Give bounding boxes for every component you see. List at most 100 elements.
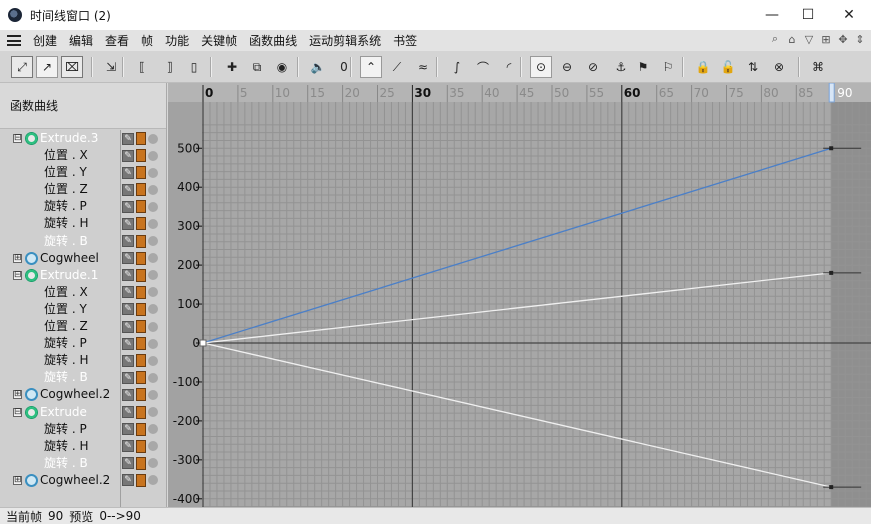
menu-frame[interactable]: 帧 <box>135 32 159 49</box>
object-row[interactable]: ⊟ Extrude.3 ✎ <box>0 130 166 147</box>
track-row[interactable]: 旋转 . H ✎ <box>0 352 166 369</box>
edit-icon[interactable]: ✎ <box>122 200 134 213</box>
add-keys-icon[interactable]: ⧉ <box>246 56 268 78</box>
minimize-button[interactable]: — <box>754 0 790 30</box>
edit-icon[interactable]: ✎ <box>122 235 134 248</box>
film-track-icon[interactable] <box>136 166 146 180</box>
film-track-icon[interactable] <box>136 183 146 197</box>
menu-keyframe[interactable]: 关键帧 <box>195 32 243 49</box>
solo-dot-icon[interactable] <box>148 338 158 349</box>
menu-view[interactable]: 查看 <box>99 32 135 49</box>
solo-dot-icon[interactable] <box>148 389 158 400</box>
range-right-icon[interactable]: ▯ <box>183 56 205 78</box>
solo-dot-icon[interactable] <box>148 304 158 315</box>
edit-icon[interactable]: ✎ <box>122 457 134 470</box>
film-track-icon[interactable] <box>136 405 146 419</box>
close-button[interactable]: ✕ <box>831 0 867 30</box>
key-lock-value-icon[interactable]: ⇅ <box>742 56 764 78</box>
solo-dot-icon[interactable] <box>148 167 158 178</box>
track-row[interactable]: 旋转 . P ✎ <box>0 198 166 215</box>
film-track-icon[interactable] <box>136 456 146 470</box>
collapse-icon[interactable]: ⊟ <box>13 134 22 143</box>
add-panel-icon[interactable]: ⊞ <box>819 32 833 46</box>
key-mode-icon[interactable]: ⤢ <box>11 56 33 78</box>
lock-time-icon[interactable]: ⚑ <box>632 56 654 78</box>
film-track-icon[interactable] <box>136 132 146 145</box>
solo-dot-icon[interactable] <box>148 287 158 298</box>
solo-dot-icon[interactable] <box>148 458 158 469</box>
track-row[interactable]: 位置 . Z ✎ <box>0 318 166 335</box>
film-track-icon[interactable] <box>136 217 146 231</box>
edit-icon[interactable]: ✎ <box>122 337 134 350</box>
solo-dot-icon[interactable] <box>148 201 158 212</box>
key-lock-icon[interactable]: 🔒 <box>692 56 714 78</box>
edit-icon[interactable]: ✎ <box>122 286 134 299</box>
clamp-icon[interactable]: ⊙ <box>530 56 552 78</box>
menu-edit[interactable]: 编辑 <box>63 32 99 49</box>
lock-value-icon[interactable]: ⚐ <box>657 56 679 78</box>
track-row[interactable]: 位置 . X ✎ <box>0 284 166 301</box>
track-row[interactable]: 旋转 . B ✎ <box>0 455 166 472</box>
track-row[interactable]: 旋转 . H ✎ <box>0 215 166 232</box>
track-row[interactable]: 旋转 . B ✎ <box>0 369 166 386</box>
solo-dot-icon[interactable] <box>148 441 158 452</box>
motion-mode-icon[interactable]: ⌧ <box>61 56 83 78</box>
fcurve-mode-icon[interactable]: ↗ <box>36 56 58 78</box>
object-row[interactable]: ⊟ Extrude ✎ <box>0 404 166 421</box>
menu-motion-clip[interactable]: 运动剪辑系统 <box>303 32 387 49</box>
break-icon[interactable]: ≈ <box>412 56 434 78</box>
track-row[interactable]: 位置 . Y ✎ <box>0 301 166 318</box>
menu-bookmarks[interactable]: 书签 <box>387 32 423 49</box>
solo-dot-icon[interactable] <box>148 150 158 161</box>
object-row[interactable]: ⊞ Cogwheel ✎ <box>0 250 166 267</box>
solo-dot-icon[interactable] <box>148 424 158 435</box>
edit-icon[interactable]: ✎ <box>122 303 134 316</box>
collapse-icon[interactable]: ⊟ <box>13 270 22 280</box>
key-lock-time-icon[interactable]: 🔓 <box>717 56 739 78</box>
track-row[interactable]: 位置 . X ✎ <box>0 147 166 164</box>
solo-dot-icon[interactable] <box>148 270 158 281</box>
mute-icon[interactable]: ⊗ <box>768 56 790 78</box>
solo-dot-icon[interactable] <box>148 321 158 332</box>
expand-icon[interactable]: ⇕ <box>853 32 867 46</box>
edit-icon[interactable]: ✎ <box>122 252 134 265</box>
edit-icon[interactable]: ✎ <box>122 388 134 401</box>
search-icon[interactable]: ⌕ <box>768 32 782 46</box>
track-row[interactable]: 旋转 . H ✎ <box>0 438 166 455</box>
snap-icon[interactable]: ⇲ <box>100 56 122 78</box>
solo-dot-icon[interactable] <box>148 236 158 247</box>
film-track-icon[interactable] <box>136 302 146 316</box>
zero-length-icon[interactable]: ⊘ <box>582 56 604 78</box>
edit-icon[interactable]: ✎ <box>122 406 134 418</box>
filter-icon[interactable]: ▽ <box>802 32 816 46</box>
film-track-icon[interactable] <box>136 371 146 385</box>
edit-icon[interactable]: ✎ <box>122 269 134 282</box>
solo-dot-icon[interactable] <box>148 355 158 366</box>
ease-icon[interactable]: ⌒ <box>472 56 494 78</box>
solo-dot-icon[interactable] <box>148 407 158 417</box>
collapse-icon[interactable]: ⊟ <box>13 407 22 417</box>
film-track-icon[interactable] <box>136 268 146 282</box>
solo-dot-icon[interactable] <box>148 372 158 383</box>
edit-icon[interactable]: ✎ <box>122 371 134 384</box>
track-row[interactable]: 旋转 . P ✎ <box>0 335 166 352</box>
edit-icon[interactable]: ✎ <box>122 423 134 436</box>
zero-angle-icon[interactable]: ⊖ <box>556 56 578 78</box>
edit-icon[interactable]: ✎ <box>122 440 134 453</box>
record-key-icon[interactable]: ◉ <box>271 56 293 78</box>
fcurve-canvas[interactable]: 0 5 10 15 20 25 30 35 40 45 50 55 60 65 70 75 80 85 90 500 4… <box>168 82 871 508</box>
add-key-icon[interactable]: ✚ <box>221 56 243 78</box>
home-icon[interactable]: ⌂ <box>785 32 799 46</box>
film-track-icon[interactable] <box>136 473 146 487</box>
film-track-icon[interactable] <box>136 422 146 436</box>
solo-dot-icon[interactable] <box>148 133 158 144</box>
film-track-icon[interactable] <box>136 337 146 351</box>
film-track-icon[interactable] <box>136 149 146 163</box>
track-row[interactable]: 位置 . Z ✎ <box>0 181 166 198</box>
fcurve-graph[interactable]: 0 5 10 15 20 25 30 35 40 45 50 55 60 65 70 75 80 85 90 500 4… <box>168 82 871 508</box>
film-track-icon[interactable] <box>136 200 146 214</box>
maximize-button[interactable]: ☐ <box>790 0 826 30</box>
object-row[interactable]: ⊞ Cogwheel.2 ✎ <box>0 386 166 403</box>
film-track-icon[interactable] <box>136 354 146 368</box>
film-track-icon[interactable] <box>136 320 146 334</box>
